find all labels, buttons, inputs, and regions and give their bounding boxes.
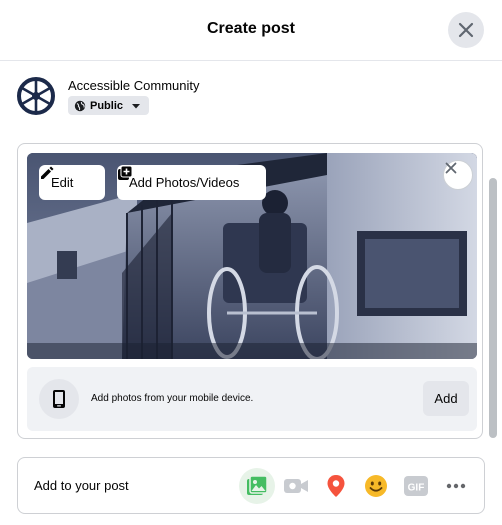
scrollbar[interactable]	[489, 178, 497, 438]
live-video-button[interactable]	[278, 468, 314, 504]
add-to-post-bar: Add to your post GIF	[17, 457, 485, 514]
gif-icon: GIF	[404, 476, 428, 496]
feeling-emoji-icon	[365, 475, 387, 497]
dialog-header: Create post	[0, 0, 502, 61]
mobile-upload-row: Add photos from your mobile device. Add	[27, 367, 477, 431]
avatar[interactable]	[16, 76, 56, 116]
media-preview: Edit Add Photos/Videos	[27, 153, 477, 359]
add-photo-icon	[118, 165, 133, 180]
mobile-phone-icon	[53, 390, 65, 408]
phone-icon-circle	[39, 379, 79, 419]
location-button[interactable]	[318, 468, 354, 504]
pencil-icon	[41, 166, 54, 179]
gif-button[interactable]: GIF	[398, 468, 434, 504]
add-photos-videos-label: Add Photos/Videos	[129, 175, 240, 190]
add-to-post-label: Add to your post	[34, 478, 129, 493]
photo-video-button[interactable]	[239, 468, 275, 504]
edit-media-button[interactable]: Edit	[39, 165, 105, 200]
photo-video-icon	[247, 475, 268, 495]
more-options-button[interactable]	[438, 468, 474, 504]
close-button[interactable]	[448, 12, 484, 48]
close-icon	[445, 162, 457, 174]
dialog-title: Create post	[206, 20, 296, 37]
media-attachment-box: Edit Add Photos/Videos Add photos from y…	[17, 143, 483, 439]
create-post-dialog: Create post Accessible Community Public …	[0, 0, 502, 525]
scrollbar-thumb[interactable]	[489, 178, 497, 438]
post-content-area: Edit Add Photos/Videos Add photos from y…	[0, 136, 502, 446]
mobile-upload-text: Add photos from your mobile device.	[91, 393, 254, 404]
add-photos-videos-button[interactable]: Add Photos/Videos	[117, 165, 266, 200]
privacy-label: Public	[90, 99, 124, 112]
privacy-selector[interactable]: Public	[68, 96, 150, 115]
feeling-activity-button[interactable]	[358, 468, 394, 504]
mobile-add-button[interactable]: Add	[423, 381, 469, 416]
live-video-icon	[284, 479, 308, 493]
gif-text: GIF	[408, 483, 425, 494]
remove-media-button[interactable]	[443, 160, 473, 190]
more-icon	[446, 483, 466, 489]
globe-icon	[74, 100, 86, 111]
caret-down-icon	[132, 103, 141, 108]
location-pin-icon	[327, 475, 345, 497]
community-logo-icon	[17, 77, 55, 115]
close-icon	[458, 22, 474, 38]
author-name: Accessible Community	[68, 78, 200, 93]
post-author: Accessible Community Public	[16, 74, 316, 118]
